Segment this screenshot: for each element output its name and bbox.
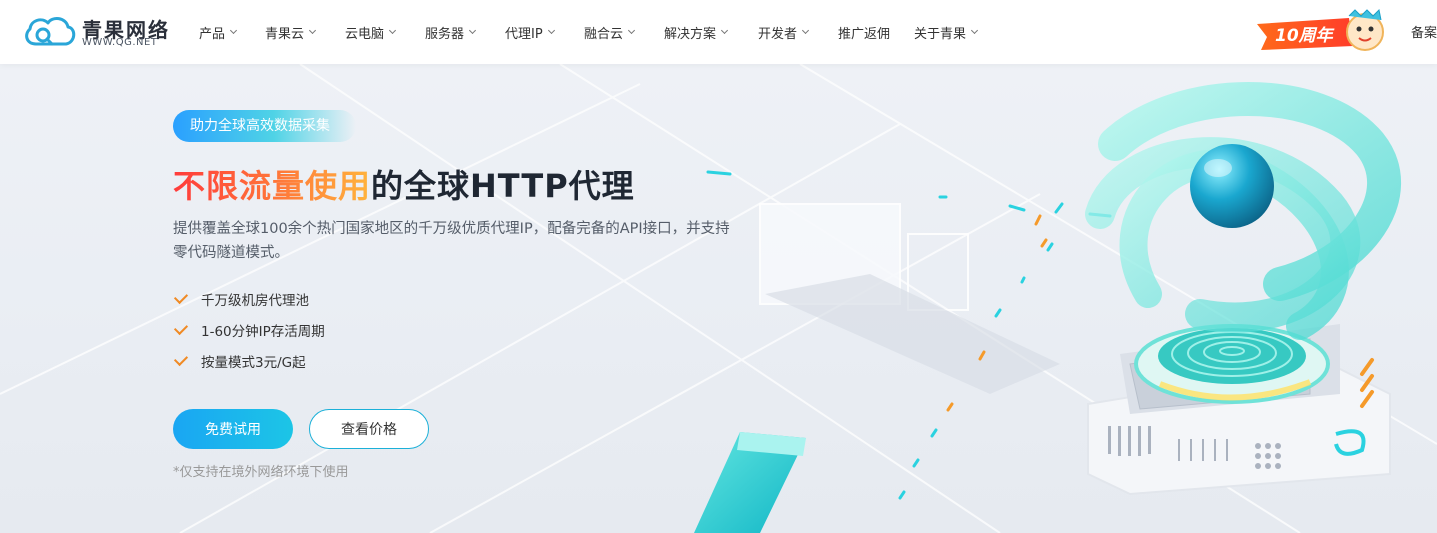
chevron-down-icon: [970, 26, 979, 34]
chevron-down-icon: [547, 26, 555, 34]
menu-item-label: 推广返佣: [838, 26, 891, 42]
main-menu: 产品 青果云 云电脑 服务器 代理IP 融合云 解决方案 开发者 推广返佣 关于…: [199, 0, 994, 64]
chevron-down-icon: [388, 26, 397, 34]
anniversary-label: 10周年: [1275, 26, 1333, 46]
menu-item-servers[interactable]: 服务器: [425, 23, 505, 42]
hero-description: 提供覆盖全球100余个热门国家地区的千万级优质代理IP，配备完备的API接口，并…: [173, 221, 730, 261]
checkmark-icon: [173, 351, 189, 366]
beian-link[interactable]: 备案: [1411, 22, 1437, 41]
chevron-down-icon: [308, 26, 317, 34]
menu-item-label: 融合云: [584, 26, 624, 42]
checkmark-icon: [173, 320, 189, 335]
feature-label: 按量模式3元/G起: [201, 354, 306, 371]
hero-tag: 助力全球高效数据采集: [173, 110, 356, 142]
top-navigation: 青果网络 WWW.QG.NET 产品 青果云 云电脑 服务器 代理IP 融合云: [0, 0, 1437, 64]
glass-panel: [759, 203, 1060, 394]
hero-section: 助力全球高效数据采集 不限流量使用的全球HTTP代理 提供覆盖全球100余个热门…: [0, 64, 1437, 533]
menu-item-proxy-ip[interactable]: 代理IP: [505, 23, 584, 42]
menu-item-label: 产品: [199, 26, 226, 42]
chevron-down-icon: [468, 26, 477, 34]
menu-item-label: 云电脑: [345, 26, 385, 42]
menu-item-products[interactable]: 产品: [199, 23, 265, 42]
feature-label: 1-60分钟IP存活周期: [201, 323, 325, 340]
menu-item-qingguo-cloud[interactable]: 青果云: [265, 23, 345, 42]
headline-accent: 不限流量使用: [173, 167, 372, 205]
checkmark-icon: [173, 289, 189, 304]
menu-item-label: 关于青果: [914, 26, 967, 42]
brand-logo[interactable]: 青果网络 WWW.QG.NET: [22, 12, 172, 52]
feature-item: 千万级机房代理池: [173, 283, 325, 314]
menu-item-fusion-cloud[interactable]: 融合云: [584, 23, 664, 42]
chevron-down-icon: [720, 26, 729, 34]
chevron-down-icon: [229, 26, 238, 34]
menu-item-about[interactable]: 关于青果: [914, 23, 994, 42]
feature-label: 千万级机房代理池: [201, 292, 309, 309]
chevron-down-icon: [801, 26, 810, 34]
view-pricing-button[interactable]: 查看价格: [309, 409, 429, 449]
menu-item-label: 开发者: [758, 26, 798, 42]
feature-list: 千万级机房代理池 1-60分钟IP存活周期 按量模式3元/G起: [173, 283, 325, 376]
feature-item: 按量模式3元/G起: [173, 345, 325, 376]
free-trial-button[interactable]: 免费试用: [173, 409, 293, 449]
headline-rest: 的全球HTTP代理: [371, 167, 635, 205]
chevron-down-icon: [627, 26, 636, 34]
feature-item: 1-60分钟IP存活周期: [173, 314, 325, 345]
menu-item-label: 服务器: [425, 26, 465, 42]
usage-note: *仅支持在境外网络环境下使用: [173, 465, 349, 480]
menu-item-cloud-pc[interactable]: 云电脑: [345, 23, 425, 42]
cloud-logo-icon: [25, 17, 76, 46]
logo-text-en: WWW.QG.NET: [82, 37, 158, 48]
menu-item-label: 代理IP: [505, 26, 543, 42]
menu-item-label: 解决方案: [664, 26, 717, 42]
menu-item-solutions[interactable]: 解决方案: [664, 23, 758, 42]
menu-item-developers[interactable]: 开发者: [758, 23, 838, 42]
hero-headline: 不限流量使用的全球HTTP代理: [173, 161, 635, 207]
menu-item-label: 青果云: [265, 26, 305, 42]
anniversary-badge[interactable]: 10周年: [1253, 8, 1393, 56]
menu-item-referral[interactable]: 推广返佣: [838, 23, 914, 42]
